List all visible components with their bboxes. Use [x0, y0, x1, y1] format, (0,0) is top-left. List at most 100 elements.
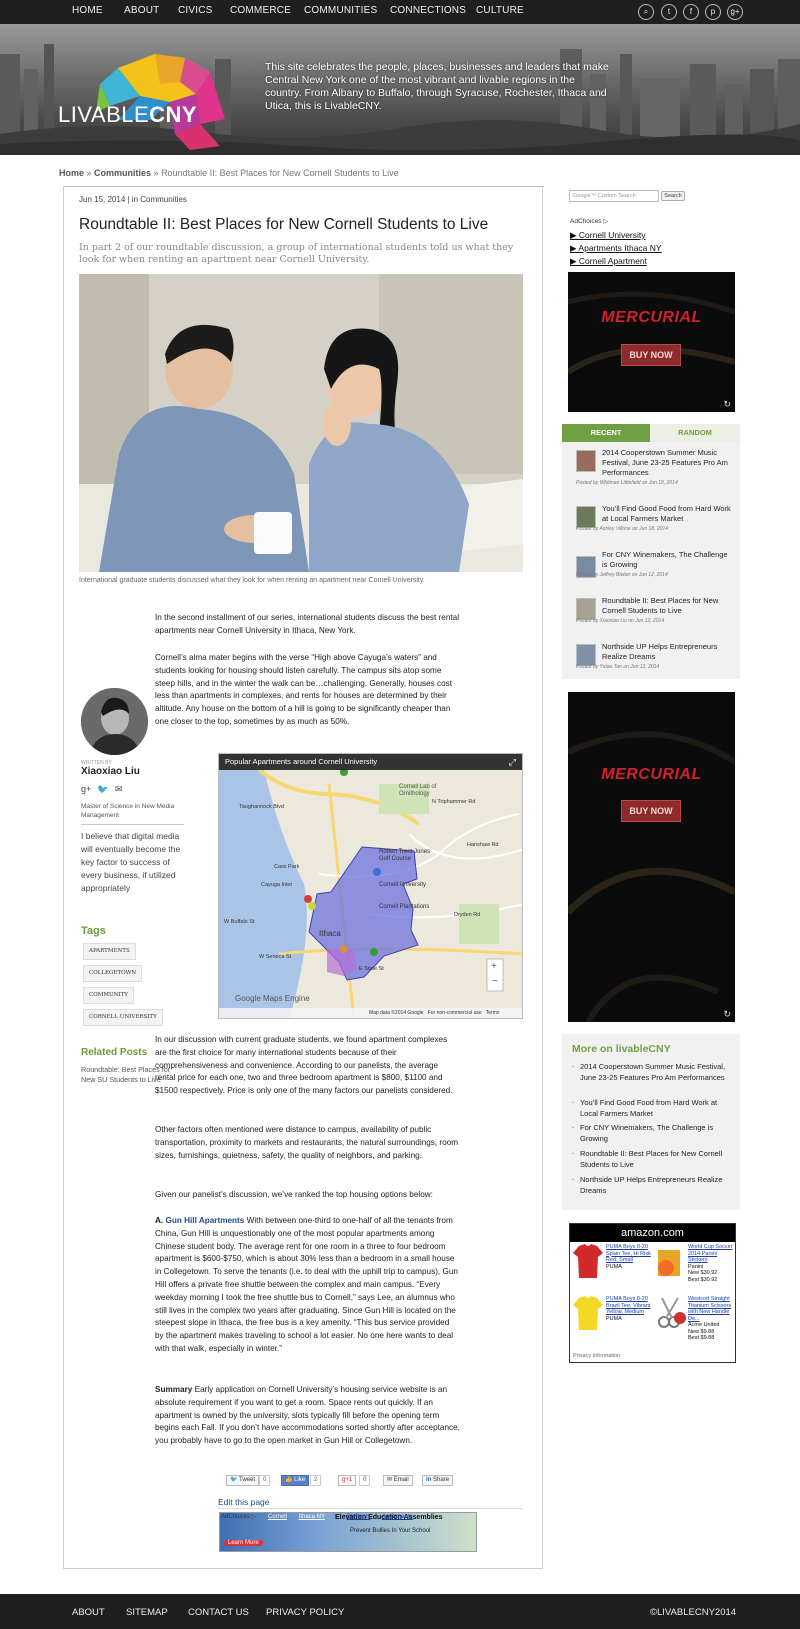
search-icon[interactable]: ⌕	[638, 4, 654, 20]
sticker-album-image[interactable]	[656, 1244, 686, 1278]
google-plus-icon[interactable]: g+	[727, 4, 743, 20]
more-post-link[interactable]: Roundtable II: Best Places for New Corne…	[572, 1149, 735, 1170]
nav-civics[interactable]: CIVICS	[178, 5, 213, 16]
recent-post-title[interactable]: You’ll Find Good Food from Hard Work at …	[602, 504, 732, 524]
summary-label: Summary	[155, 1385, 193, 1394]
footer-about[interactable]: ABOUT	[72, 1607, 105, 1618]
google-plus-icon[interactable]: g+	[81, 784, 91, 794]
edit-page-link[interactable]: Edit this page	[218, 1497, 270, 1507]
tag-apartments[interactable]: APARTMENTS	[83, 943, 136, 960]
more-post-link[interactable]: 2014 Cooperstown Summer Music Festival, …	[572, 1062, 735, 1083]
red-shirt-image[interactable]	[573, 1244, 603, 1278]
zoom-out-button[interactable]: −	[492, 976, 498, 987]
apartments-map[interactable]: Popular Apartments around Cornell Univer…	[218, 753, 523, 1019]
email-button[interactable]: ✉ Email	[383, 1475, 413, 1486]
amazon-product[interactable]: PUMA Boys 8-20 Brazil Tee, Vibrant Yello…	[606, 1296, 651, 1322]
twitter-icon: 🐦	[230, 1477, 238, 1483]
more-on-livablecny: More on livableCNY 2014 Cooperstown Summ…	[562, 1034, 740, 1210]
amazon-logo: amazon.com	[570, 1224, 735, 1242]
site-logo[interactable]: LIVABLECNY	[58, 102, 197, 128]
tag-cornell-university[interactable]: CORNELL UNIVERSITY	[83, 1009, 163, 1026]
adchoices-label[interactable]: AdChoices ▷	[221, 1514, 256, 1520]
replay-icon[interactable]: ↻	[723, 1009, 731, 1020]
buy-now-button[interactable]: BUY NOW	[621, 344, 681, 366]
ad-links-row: AdChoices ▷ Cornell Ithaca NY Students A…	[221, 1513, 413, 1520]
footer-privacy-policy[interactable]: PRIVACY POLICY	[266, 1607, 344, 1618]
replay-icon[interactable]: ↻	[723, 399, 731, 410]
ad-link[interactable]: Ithaca NY	[299, 1514, 325, 1520]
map-engine-logo: Google Maps Engine	[235, 994, 310, 1003]
tab-recent[interactable]: RECENT	[562, 424, 650, 442]
scissors-image[interactable]	[656, 1296, 686, 1330]
ad-brand-logo: MERCURIAL	[601, 766, 702, 783]
nav-connections[interactable]: CONNECTIONS	[390, 5, 466, 16]
tag-collegetown[interactable]: COLLEGETOWN	[83, 965, 143, 982]
yellow-shirt-image[interactable]	[573, 1296, 603, 1330]
ad-link-apartments-ithaca[interactable]: ▶ Apartments Ithaca NY	[570, 243, 662, 254]
nav-culture[interactable]: CULTURE	[476, 5, 524, 16]
map-label: W Seneca St	[259, 954, 292, 960]
map-title: Popular Apartments around Cornell Univer…	[219, 754, 522, 770]
paragraph: Given our panelist’s discussion, we’ve r…	[155, 1190, 433, 1199]
ad-link-cornell-university[interactable]: ▶ Cornell University	[570, 230, 646, 241]
tag-community[interactable]: COMMUNITY	[83, 987, 134, 1004]
recent-post-byline: Posted by Yutao Tan on Jun 12, 2014	[576, 664, 660, 670]
twitter-icon[interactable]: 🐦	[97, 784, 108, 795]
buy-now-button[interactable]: BUY NOW	[621, 800, 681, 822]
ad-link[interactable]: Apartments	[382, 1514, 413, 1520]
article-meta: Jun 15, 2014 | in Communities	[79, 195, 187, 204]
nav-about[interactable]: ABOUT	[124, 5, 159, 16]
nav-communities[interactable]: COMMUNITIES	[304, 5, 377, 16]
recent-post-byline: Posted by Xiaoxiao Liu on Jun 12, 2014	[576, 618, 665, 624]
footer-contact-us[interactable]: CONTACT US	[188, 1607, 249, 1618]
like-button[interactable]: 👍 Like	[281, 1475, 310, 1486]
recent-post-title[interactable]: 2014 Cooperstown Summer Music Festival, …	[602, 448, 732, 478]
linkedin-share-button[interactable]: in Share	[422, 1475, 454, 1486]
ad-link-cornell-apartment[interactable]: ▶ Cornell Apartment	[570, 256, 647, 267]
amazon-product[interactable]: PUMA Boys 8-20 Spain Tee, Hi Risk Red, S…	[606, 1244, 651, 1270]
learn-more-button[interactable]: Learn More	[224, 1540, 263, 1546]
ad-link[interactable]: Cornell	[268, 1514, 287, 1520]
recent-post-title[interactable]: Roundtable II: Best Places for New Corne…	[602, 596, 732, 616]
mercurial-ad-tall[interactable]: MERCURIAL BUY NOW ↻	[568, 692, 735, 1022]
recent-post-title[interactable]: For CNY Winemakers, The Challenge is Gro…	[602, 550, 732, 570]
amazon-product[interactable]: Westcott Straight Titanium Scissors with…	[688, 1296, 734, 1342]
map-label: Ithaca	[319, 929, 341, 938]
twitter-icon[interactable]: t	[661, 4, 677, 20]
recent-post-title[interactable]: Northside UP Helps Entrepreneurs Realize…	[602, 642, 732, 662]
breadcrumb: Home » Communities » Roundtable II: Best…	[59, 168, 399, 178]
fullscreen-icon[interactable]: ⤢	[509, 757, 516, 768]
tweet-button[interactable]: 🐦 Tweet	[226, 1475, 260, 1486]
mail-icon[interactable]: ✉	[115, 784, 123, 795]
breadcrumb-communities[interactable]: Communities	[94, 168, 151, 178]
search-button[interactable]: Search	[661, 191, 685, 201]
photo-caption: International graduate students discusse…	[79, 577, 425, 584]
more-post-link[interactable]: Northside UP Helps Entrepreneurs Realize…	[572, 1175, 735, 1196]
amazon-ad-widget[interactable]: amazon.com PUMA Boys 8-20 Spain Tee, Hi …	[569, 1223, 736, 1363]
google-plus-one-button[interactable]: g+1	[338, 1475, 357, 1486]
nav-home[interactable]: HOME	[72, 5, 103, 16]
facebook-icon[interactable]: f	[683, 4, 699, 20]
map-label: Dryden Rd	[454, 912, 481, 918]
search-input[interactable]: Google™ Custom Search	[569, 190, 659, 202]
breadcrumb-home[interactable]: Home	[59, 168, 84, 178]
footer-sitemap[interactable]: SITEMAP	[126, 1607, 168, 1618]
paragraph: Cornell’s alma mater begins with the ver…	[155, 653, 453, 726]
adchoices-label[interactable]: AdChoices ▷	[570, 217, 608, 225]
breadcrumb-separator: »	[151, 168, 162, 178]
pinterest-icon[interactable]: p	[705, 4, 721, 20]
tab-random[interactable]: RANDOM	[650, 424, 740, 442]
more-post-link[interactable]: You’ll Find Good Food from Hard Work at …	[572, 1098, 735, 1119]
zoom-in-button[interactable]: +	[491, 961, 497, 972]
ad-link[interactable]: Students	[347, 1514, 371, 1520]
privacy-link[interactable]: Privacy Information	[573, 1353, 620, 1360]
nav-commerce[interactable]: COMMERCE	[230, 5, 291, 16]
author-degree: Master of Science in New Media Managemen…	[81, 803, 175, 819]
mercurial-ad-small[interactable]: MERCURIAL BUY NOW ↻	[568, 272, 735, 412]
map-label: Cass Park	[274, 864, 300, 870]
gun-hill-link[interactable]: Gun Hill Apartments	[165, 1216, 244, 1225]
amazon-product[interactable]: World Cup Soccer 2014 Panini Stickers Pan…	[688, 1244, 734, 1283]
divider	[218, 1508, 523, 1509]
author-name[interactable]: Xiaoxiao Liu	[81, 766, 140, 777]
more-post-link[interactable]: For CNY Winemakers, The Challenge is Gro…	[572, 1123, 735, 1144]
